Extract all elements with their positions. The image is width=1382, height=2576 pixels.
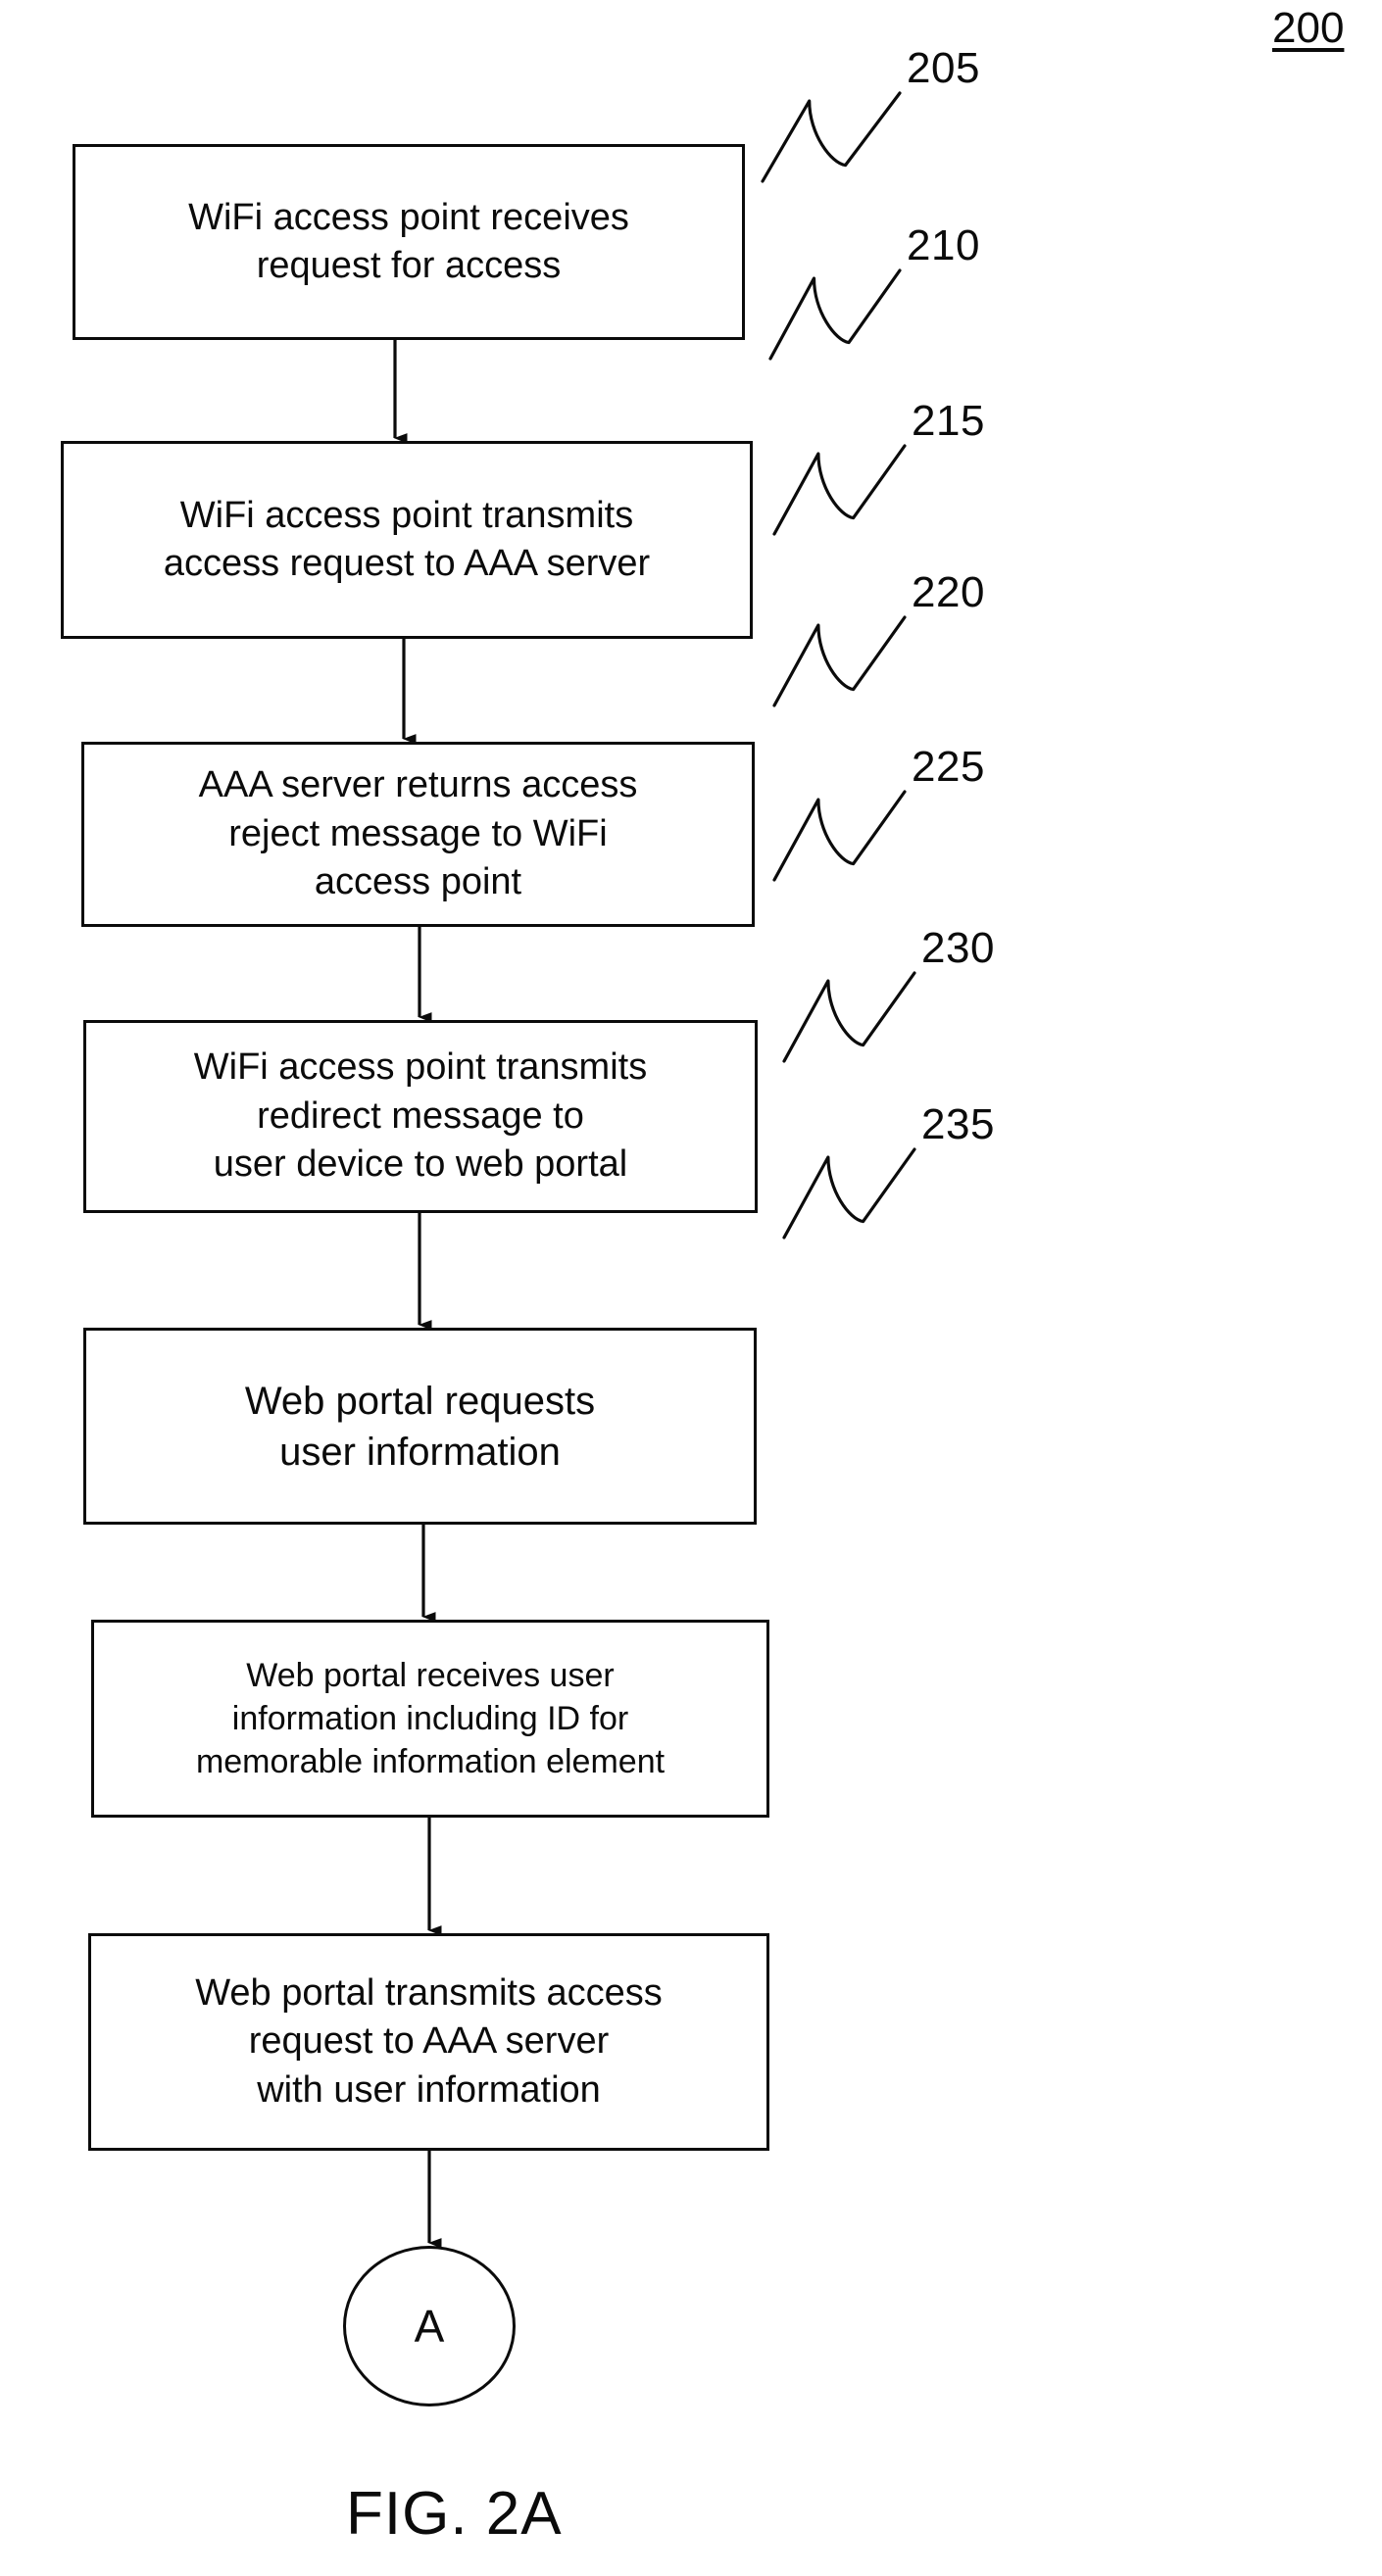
connector-circle-a: A <box>343 2246 516 2406</box>
reference-numeral-215: 215 <box>912 397 985 445</box>
process-box-215: AAA server returns access reject message… <box>81 742 755 927</box>
lead-line-210 <box>768 268 902 361</box>
process-box-label-205: WiFi access point receives request for a… <box>188 196 629 286</box>
lead-line-235 <box>782 1147 916 1239</box>
patent-figure-2a: 200 WiFi access point receives request f… <box>0 0 1382 2576</box>
reference-numeral-220: 220 <box>912 568 985 616</box>
lead-line-225 <box>772 790 907 882</box>
figure-caption: FIG. 2A <box>346 2480 563 2548</box>
process-box-220: WiFi access point transmits redirect mes… <box>83 1020 758 1213</box>
process-box-210: WiFi access point transmits access reque… <box>61 441 753 639</box>
process-box-205: WiFi access point receives request for a… <box>73 144 745 340</box>
process-box-label-225: Web portal requests user information <box>244 1379 596 1474</box>
process-box-label-220: WiFi access point transmits redirect mes… <box>193 1046 648 1186</box>
connector-letter: A <box>414 2301 445 2352</box>
process-box-label-230: Web portal receives user information inc… <box>195 1656 666 1781</box>
process-box-230: Web portal receives user information inc… <box>91 1620 769 1818</box>
process-box-label-235: Web portal transmits access request to A… <box>195 1971 663 2111</box>
reference-lead-lines <box>761 91 916 1239</box>
process-box-235: Web portal transmits access request to A… <box>88 1933 769 2151</box>
reference-numeral-210: 210 <box>907 221 980 269</box>
process-box-label-215: AAA server returns access reject message… <box>198 764 638 903</box>
reference-numeral-235: 235 <box>921 1100 995 1148</box>
reference-numeral-230: 230 <box>921 924 995 972</box>
process-box-label-210: WiFi access point transmits access reque… <box>163 494 651 584</box>
reference-numeral-205: 205 <box>907 44 980 92</box>
lead-line-215 <box>772 444 907 536</box>
figure-line-art <box>393 91 916 2249</box>
lead-line-230 <box>782 971 916 1063</box>
reference-numeral-225: 225 <box>912 743 985 791</box>
lead-line-205 <box>761 91 902 183</box>
lead-line-220 <box>772 615 907 707</box>
figure-number-label: 200 <box>1272 4 1345 52</box>
process-box-225: Web portal requests user information <box>83 1328 757 1525</box>
